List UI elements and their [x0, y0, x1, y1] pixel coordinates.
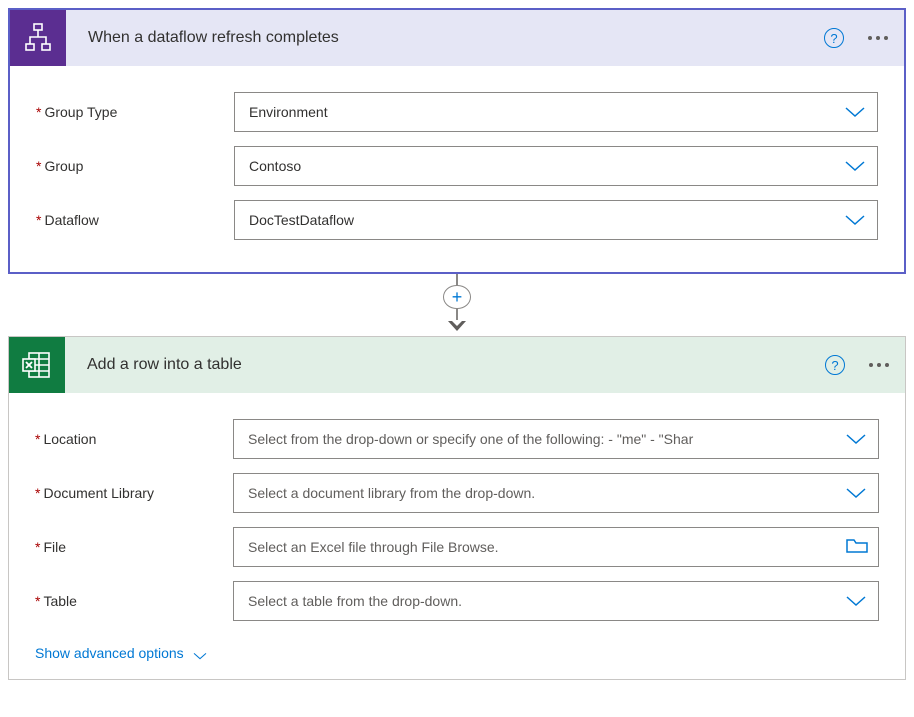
- field-document-library: *Document Library Select a document libr…: [35, 473, 879, 513]
- field-table: *Table Select a table from the drop-down…: [35, 581, 879, 621]
- action-card: Add a row into a table ? *Location Selec…: [8, 336, 906, 680]
- field-label: *Location: [35, 431, 233, 447]
- group-select[interactable]: Contoso: [234, 146, 878, 186]
- more-menu-button[interactable]: [867, 357, 891, 373]
- field-group: *Group Contoso: [36, 146, 878, 186]
- field-label: *File: [35, 539, 233, 555]
- chevron-down-icon: [844, 486, 868, 500]
- action-body: *Location Select from the drop-down or s…: [9, 393, 905, 679]
- chevron-down-icon: [844, 432, 868, 446]
- select-placeholder: Select an Excel file through File Browse…: [248, 539, 846, 555]
- folder-icon: [846, 538, 868, 557]
- action-header[interactable]: Add a row into a table ?: [9, 337, 905, 393]
- help-icon[interactable]: ?: [824, 28, 844, 48]
- field-label: *Table: [35, 593, 233, 609]
- add-step-button[interactable]: +: [443, 285, 471, 310]
- location-select[interactable]: Select from the drop-down or specify one…: [233, 419, 879, 459]
- dataflow-connector-icon: [10, 10, 66, 66]
- chevron-down-icon: [843, 213, 867, 227]
- field-label: *Dataflow: [36, 212, 234, 228]
- field-label: *Group Type: [36, 104, 234, 120]
- trigger-card: When a dataflow refresh completes ? *Gro…: [8, 8, 906, 274]
- action-title: Add a row into a table: [87, 356, 825, 374]
- select-placeholder: Select from the drop-down or specify one…: [248, 431, 844, 447]
- trigger-title: When a dataflow refresh completes: [88, 29, 824, 47]
- document-library-select[interactable]: Select a document library from the drop-…: [233, 473, 879, 513]
- help-icon[interactable]: ?: [825, 355, 845, 375]
- field-dataflow: *Dataflow DocTestDataflow: [36, 200, 878, 240]
- trigger-header[interactable]: When a dataflow refresh completes ?: [10, 10, 904, 66]
- select-value: DocTestDataflow: [249, 212, 843, 228]
- select-value: Contoso: [249, 158, 843, 174]
- chevron-down-icon: [843, 105, 867, 119]
- excel-connector-icon: [9, 337, 65, 393]
- field-file: *File Select an Excel file through File …: [35, 527, 879, 567]
- select-placeholder: Select a document library from the drop-…: [248, 485, 844, 501]
- group-type-select[interactable]: Environment: [234, 92, 878, 132]
- chevron-down-icon: [192, 648, 208, 658]
- trigger-body: *Group Type Environment *Group Contoso *…: [10, 66, 904, 272]
- arrow-down-icon: [448, 320, 466, 336]
- field-label: *Document Library: [35, 485, 233, 501]
- select-value: Environment: [249, 104, 843, 120]
- chevron-down-icon: [843, 159, 867, 173]
- select-placeholder: Select a table from the drop-down.: [248, 593, 844, 609]
- field-group-type: *Group Type Environment: [36, 92, 878, 132]
- field-label: *Group: [36, 158, 234, 174]
- chevron-down-icon: [844, 594, 868, 608]
- show-advanced-options-link[interactable]: Show advanced options: [35, 645, 208, 661]
- table-select[interactable]: Select a table from the drop-down.: [233, 581, 879, 621]
- file-picker[interactable]: Select an Excel file through File Browse…: [233, 527, 879, 567]
- more-menu-button[interactable]: [866, 30, 890, 46]
- dataflow-select[interactable]: DocTestDataflow: [234, 200, 878, 240]
- field-location: *Location Select from the drop-down or s…: [35, 419, 879, 459]
- step-connector: +: [8, 274, 906, 336]
